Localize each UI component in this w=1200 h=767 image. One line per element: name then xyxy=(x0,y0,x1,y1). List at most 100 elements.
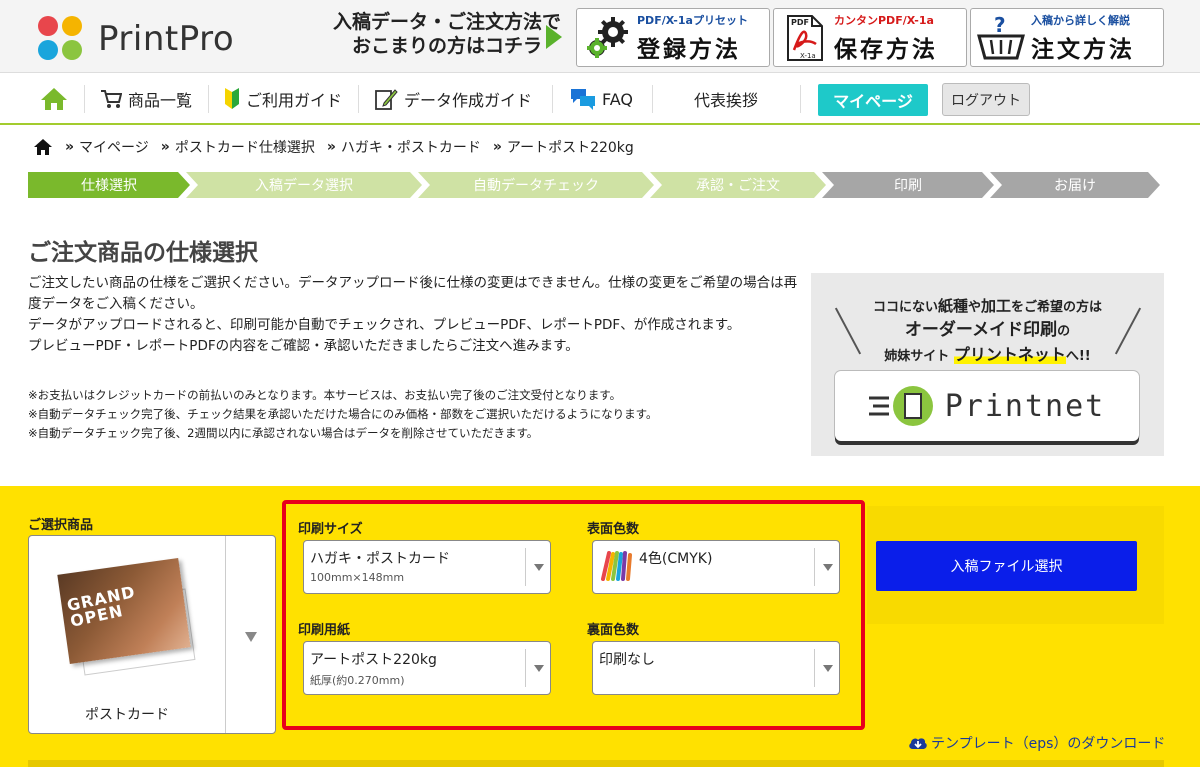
step-print: 印刷 xyxy=(822,172,994,198)
intro-desc-3: プレビューPDF・レポートPDFの内容をご確認・承認いただきましたらご注文へ進み… xyxy=(28,338,579,354)
breadcrumb-mypage[interactable]: マイページ xyxy=(79,137,149,157)
front-color-label: 表面色数 xyxy=(587,522,640,537)
shopping-basket-icon: ? xyxy=(977,13,1025,62)
selected-product-label: ご選択商品 xyxy=(28,518,94,533)
chevron-down-icon xyxy=(534,564,544,571)
mypage-button[interactable]: マイページ xyxy=(818,84,928,116)
order-guide-button[interactable]: ? 入稿から詳しく解説 注文方法 xyxy=(970,8,1164,67)
chevron-down-icon[interactable] xyxy=(245,632,257,642)
nav-faq-label: FAQ xyxy=(602,89,633,109)
printnet-logo-text: Printnet xyxy=(944,388,1106,424)
intro-description: ご注文したい商品の仕様をご選択ください。データアップロード後に仕様の変更はできま… xyxy=(28,273,810,357)
print-size-select[interactable]: ハガキ・ポストカード 100mm×148mm xyxy=(303,540,551,594)
print-size-label: 印刷サイズ xyxy=(298,522,363,537)
progress-steps: 仕様選択 入稿データ選択 自動データチェック 承認・ご注文 印刷 お届け xyxy=(28,172,1160,198)
preset-registration-button[interactable]: PDF/X-1aプリセット 登録方法 xyxy=(576,8,770,67)
breadcrumb-separator: » xyxy=(160,139,170,155)
chat-bubbles-icon xyxy=(571,89,595,110)
nav-products-label: 商品一覧 xyxy=(128,91,193,110)
step-delivery: お届け xyxy=(990,172,1160,198)
nav-data-guide-label: データ作成ガイド xyxy=(404,91,533,110)
select-upload-file-button[interactable]: 入稿ファイル選択 xyxy=(876,541,1137,591)
config-panel-footer xyxy=(28,760,1164,767)
nav-faq[interactable]: FAQ xyxy=(570,73,633,125)
note-item: ※自動データチェック完了後、チェック結果を承認いただけた場合にのみ価格・部数をご… xyxy=(28,407,658,421)
breadcrumb-category[interactable]: ハガキ・ポストカード xyxy=(341,137,481,157)
payment-notes: ※お支払いはクレジットカードの前払いのみとなります。本サービスは、お支払い完了後… xyxy=(28,386,810,443)
promo-line-1: 入稿データ・ご注文方法で xyxy=(332,11,561,33)
nav-products[interactable]: 商品一覧 xyxy=(100,73,192,125)
template-download-link[interactable]: テンプレート（eps）のダウンロード xyxy=(908,733,1165,753)
step-approve-order: 承認・ご注文 xyxy=(650,172,826,198)
nav-data-guide[interactable]: データ作成ガイド xyxy=(374,73,532,125)
back-color-select[interactable]: 印刷なし xyxy=(592,641,840,695)
svg-text:?: ? xyxy=(994,14,1006,37)
paper-sub: 紙厚(約0.270mm) xyxy=(310,674,405,687)
print-size-sub: 100mm×148mm xyxy=(310,571,405,584)
chevron-down-icon xyxy=(823,665,833,672)
home-icon xyxy=(41,88,67,110)
note-item: ※お支払いはクレジットカードの前払いのみとなります。本サービスは、お支払い完了後… xyxy=(28,388,622,402)
print-size-value: ハガキ・ポストカード xyxy=(310,551,450,567)
home-icon[interactable] xyxy=(33,138,53,156)
preset-registration-subtitle: PDF/X-1aプリセット xyxy=(637,13,748,27)
preset-registration-title: 登録方法 xyxy=(637,36,741,63)
intro-desc-1: ご注文したい商品の仕様をご選択ください。データアップロード後に仕様の変更はできま… xyxy=(28,275,798,312)
logo-text: PrintPro xyxy=(98,19,235,59)
product-selector[interactable]: GRAND OPEN ポストカード xyxy=(28,535,276,734)
front-color-select[interactable]: 4色(CMYK) xyxy=(592,540,840,594)
page-title: ご注文商品の仕様選択 xyxy=(28,240,258,266)
logout-button[interactable]: ログアウト xyxy=(942,83,1030,116)
cloud-download-icon xyxy=(909,738,927,749)
nav-greeting-label: 代表挨拶 xyxy=(694,91,759,110)
pdf-file-icon: PDF X-1a xyxy=(780,14,828,62)
pdf-icon-sub: X-1a xyxy=(800,51,816,60)
pdf-save-subtitle: カンタンPDF/X-1a xyxy=(834,13,934,27)
breadcrumb-separator: » xyxy=(492,139,502,155)
postcard-image: GRAND OPEN xyxy=(57,557,191,665)
product-name: ポストカード xyxy=(85,707,169,723)
pdf-icon-label: PDF xyxy=(791,17,809,27)
gear-icon xyxy=(583,14,631,62)
front-color-value: 4色(CMYK) xyxy=(639,551,713,567)
promo-arrow-icon xyxy=(546,25,562,49)
printnet-logo-icon xyxy=(868,386,933,426)
nav-home[interactable] xyxy=(40,73,68,125)
step-data-select: 入稿データ選択 xyxy=(186,172,422,198)
order-guide-subtitle: 入稿から詳しく解説 xyxy=(1031,13,1130,27)
site-header: PrintPro 入稿データ・ご注文方法で おこまりの方はコチラ PDF/X-1… xyxy=(0,0,1200,73)
logo-mark-icon xyxy=(36,14,90,64)
step-spec-select: 仕様選択 xyxy=(28,172,190,198)
spec-highlight-frame xyxy=(282,500,865,730)
printnet-logo-card[interactable]: Printnet xyxy=(835,371,1139,441)
help-promo[interactable]: 入稿データ・ご注文方法で おこまりの方はコチラ xyxy=(322,10,572,58)
pdf-save-button[interactable]: PDF X-1a カンタンPDF/X-1a 保存方法 xyxy=(773,8,967,67)
main-nav: 商品一覧 ご利用ガイド データ作成ガイド FAQ 代表挨拶 マイページ ログアウ… xyxy=(0,73,1200,125)
paper-select[interactable]: アートポスト220kg 紙厚(約0.270mm) xyxy=(303,641,551,695)
breadcrumb-current: アートポスト220kg xyxy=(506,140,634,156)
template-download-label: テンプレート（eps）のダウンロード xyxy=(931,736,1166,752)
printpro-logo[interactable]: PrintPro xyxy=(36,14,234,64)
note-item: ※自動データチェック完了後、2週間以内に承認されない場合はデータを削除させていた… xyxy=(28,426,539,440)
breadcrumb-separator: » xyxy=(65,139,75,155)
breadcrumb-spec-select[interactable]: ポストカード仕様選択 xyxy=(175,137,315,157)
intro-desc-2: データがアップロードされると、印刷可能か自動でチェックされ、プレビューPDF、レ… xyxy=(28,317,741,333)
pdf-save-title: 保存方法 xyxy=(834,36,938,63)
banner-text: ココにない紙種や加工をご希望の方は オーダーメイド印刷の 姉妹サイト プリントネ… xyxy=(872,297,1103,364)
edit-document-icon xyxy=(375,89,398,110)
order-guide-title: 注文方法 xyxy=(1031,36,1135,63)
step-auto-check: 自動データチェック xyxy=(418,172,654,198)
promo-line-2: おこまりの方はコチラ xyxy=(351,35,542,57)
chevron-down-icon xyxy=(823,564,833,571)
nav-greeting[interactable]: 代表挨拶 xyxy=(694,73,758,125)
color-pencils-icon xyxy=(601,551,632,581)
cart-icon xyxy=(101,90,122,108)
chevron-down-icon xyxy=(534,665,544,672)
breadcrumb-separator: » xyxy=(326,139,336,155)
beginner-mark-icon xyxy=(225,88,239,109)
nav-guide-label: ご利用ガイド xyxy=(246,91,343,110)
paper-value: アートポスト220kg xyxy=(310,652,437,668)
nav-guide[interactable]: ご利用ガイド xyxy=(224,73,342,125)
printnet-banner[interactable]: ココにない紙種や加工をご希望の方は オーダーメイド印刷の 姉妹サイト プリントネ… xyxy=(811,273,1164,456)
breadcrumb: » マイページ » ポストカード仕様選択 » ハガキ・ポストカード » アートポ… xyxy=(33,137,634,157)
